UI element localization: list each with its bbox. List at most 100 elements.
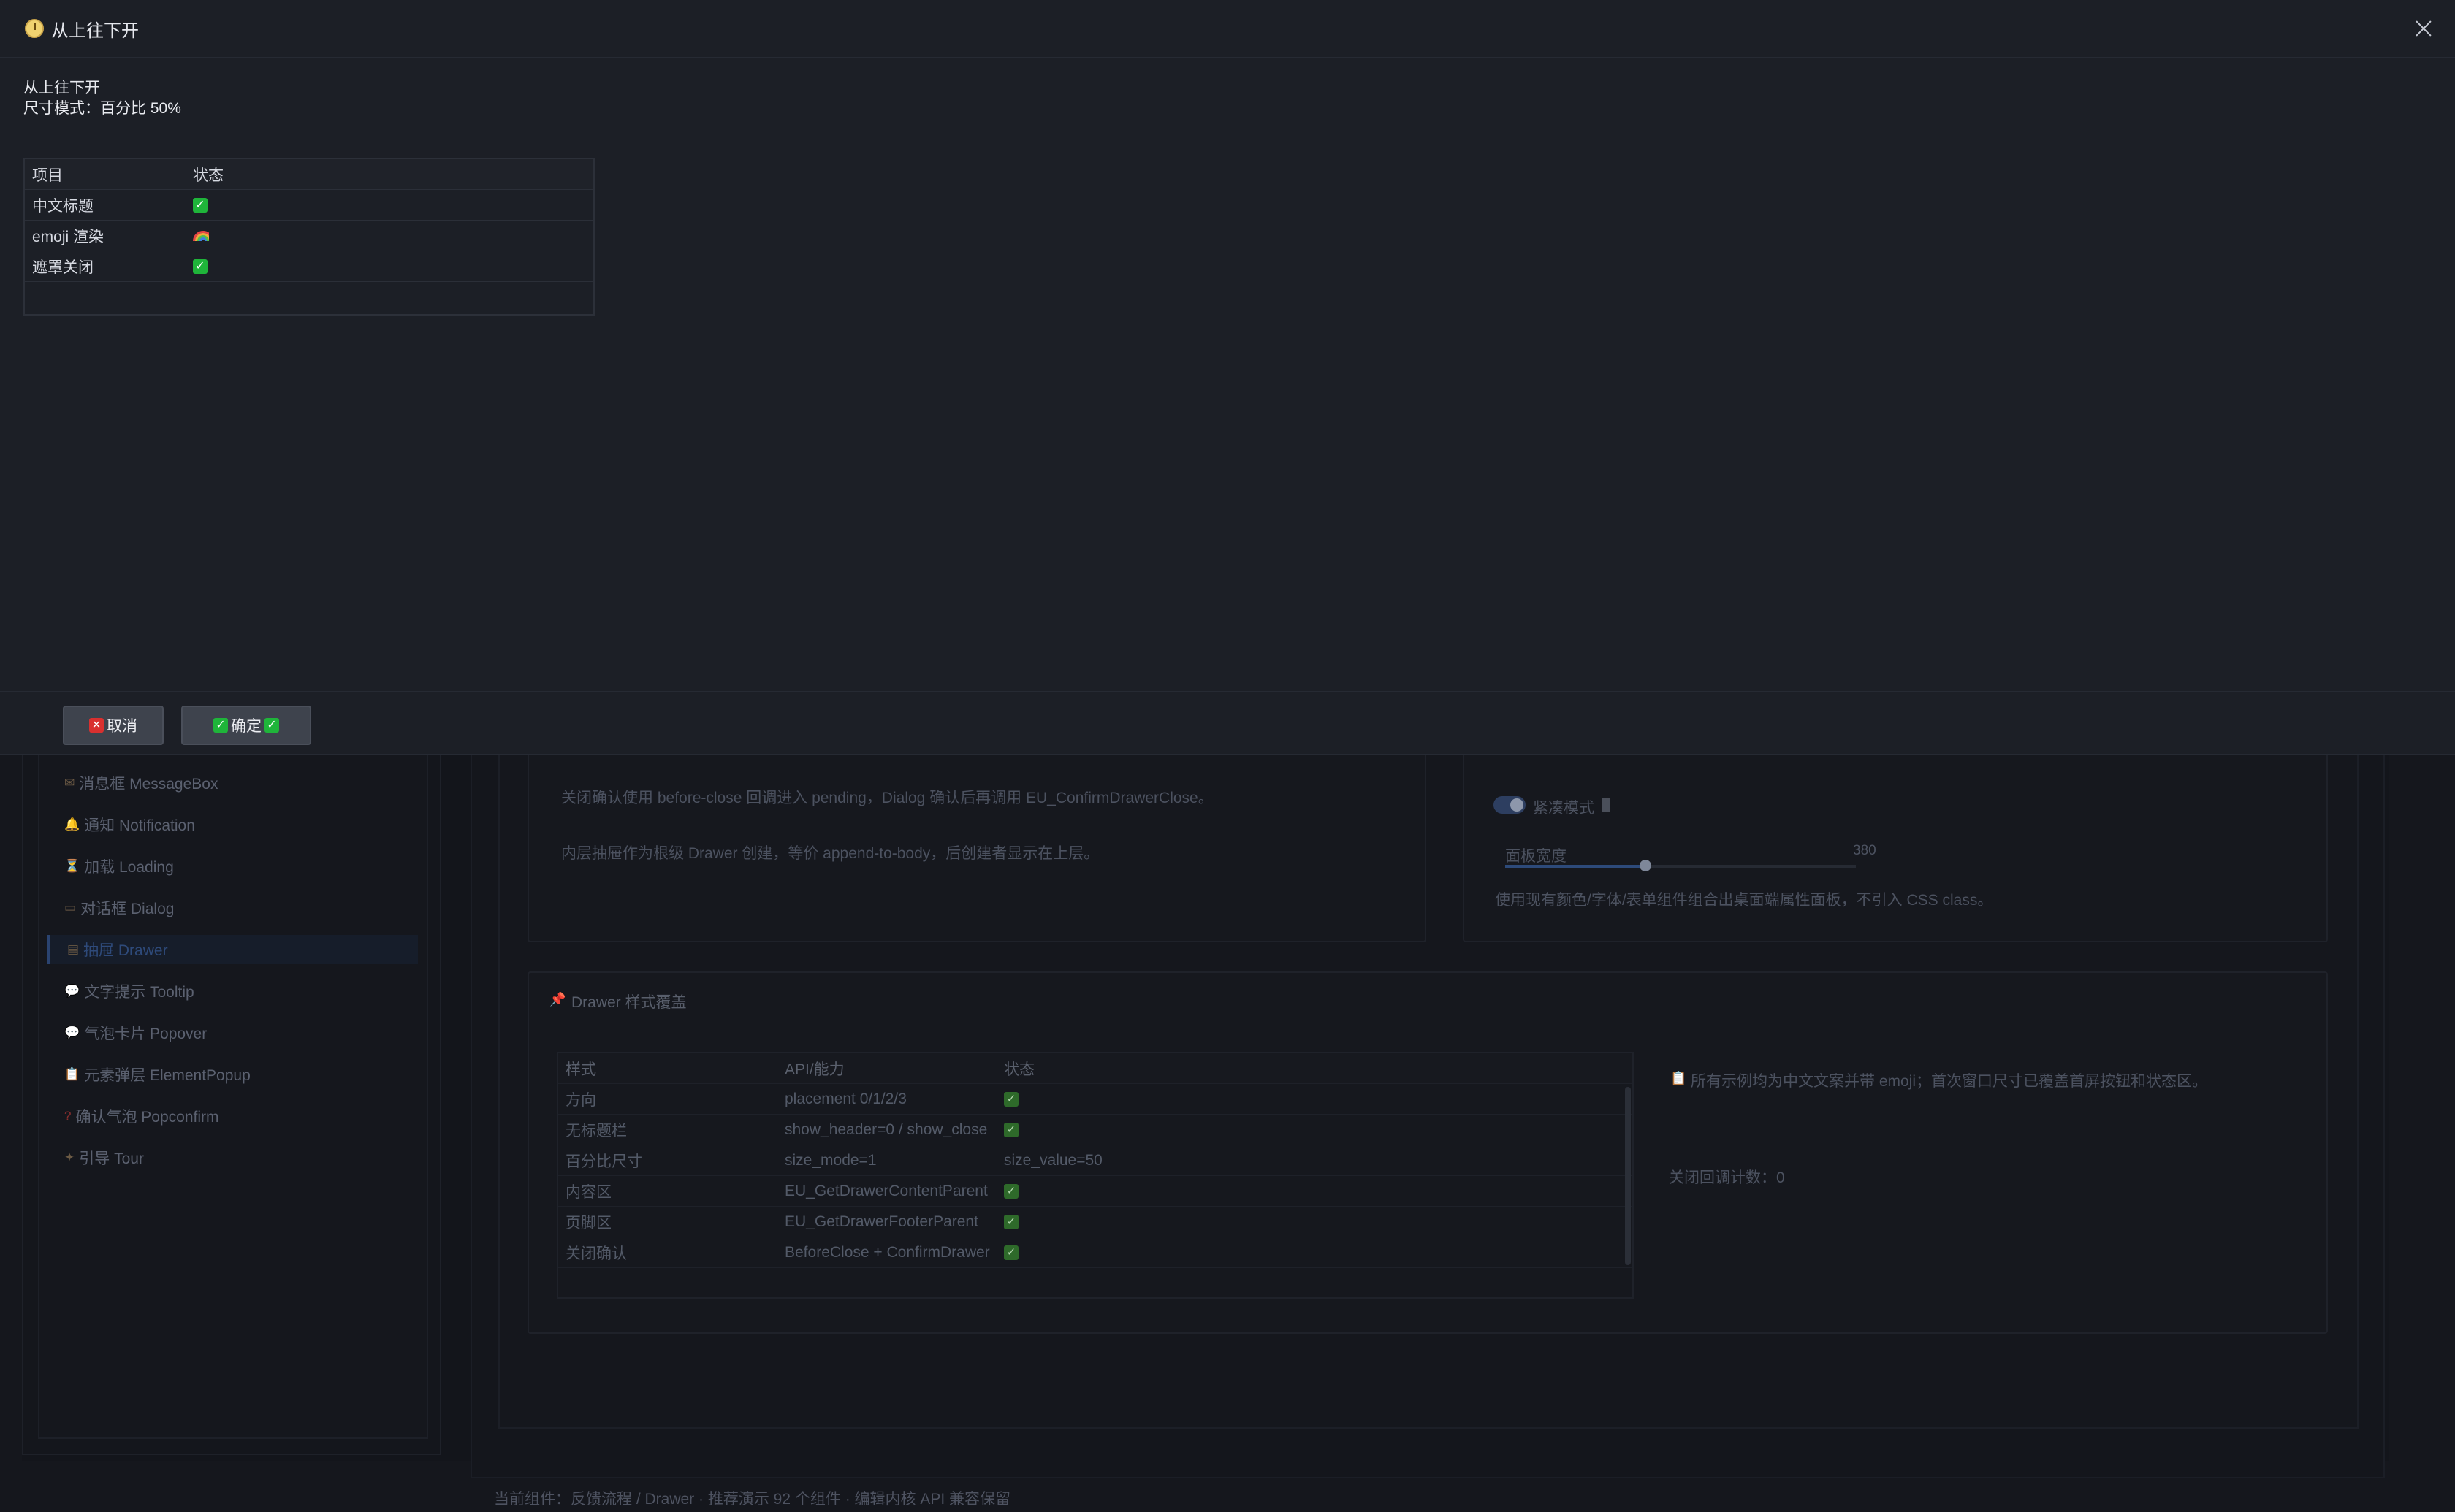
cell-api: EU_GetDrawerContentParent (785, 1183, 988, 1199)
check-mark-icon: ✓ (193, 198, 208, 213)
cell-style: 关闭确认 (566, 1245, 627, 1262)
table-row: emoji 渲染 (25, 221, 593, 251)
sidebar-item-label: 抽屉 Drawer (83, 942, 168, 959)
compact-mode-label: 紧凑模式 (1533, 800, 1594, 817)
sidebar-item[interactable]: 💬 气泡卡片 Popover (64, 1018, 207, 1047)
speech-bubble-icon: 💬 (64, 1026, 80, 1039)
clipboard-icon: 📋 (64, 1067, 80, 1081)
slider-thumb[interactable] (1640, 860, 1651, 871)
speech-bubble-icon: 💬 (64, 984, 80, 998)
table-row: 页脚区 EU_GetDrawerFooterParent ✓ (558, 1207, 1632, 1237)
cell-status: size_value=50 (1004, 1152, 1103, 1169)
table-row: 方向 placement 0/1/2/3 ✓ (558, 1084, 1632, 1115)
sidebar-item[interactable]: ✉ 消息框 MessageBox (64, 768, 218, 798)
rainbow-icon (193, 231, 209, 241)
cell-api: placement 0/1/2/3 (785, 1091, 907, 1107)
cell-item: 中文标题 (32, 198, 94, 215)
check-mark-icon: ✓ (1004, 1092, 1019, 1107)
style-override-title: Drawer 样式覆盖 (571, 994, 687, 1011)
table-empty-row (25, 282, 593, 313)
close-callback-counter: 关闭回调计数：0 (1669, 1169, 1785, 1186)
table-row: 内容区 EU_GetDrawerContentParent ✓ (558, 1176, 1632, 1207)
cell-style: 页脚区 (566, 1215, 612, 1232)
sidebar-item[interactable]: 📋 元素弹层 ElementPopup (64, 1060, 251, 1089)
cell-status: ✓ (997, 1207, 1289, 1237)
sidebar-item-label: 引导 Tour (79, 1150, 144, 1167)
pin-icon: 📌 (549, 992, 566, 1007)
info-icon (1602, 798, 1610, 812)
drawer-content-line-1: 从上往下开 (23, 80, 100, 96)
cell-status: ✓ (186, 190, 593, 221)
sidebar-item[interactable]: ▤ 抽屉 Drawer (47, 935, 418, 964)
sidebar-item-label: 消息框 MessageBox (79, 776, 218, 793)
cell-style: 内容区 (566, 1184, 612, 1201)
drawer-header (0, 0, 2455, 58)
panel-width-label: 面板宽度 (1505, 848, 1567, 865)
sidebar-item-label: 确认气泡 Popconfirm (75, 1109, 219, 1126)
check-mark-icon: ✓ (213, 718, 228, 733)
sidebar-item-label: 通知 Notification (84, 817, 195, 834)
compact-mode-switch[interactable] (1493, 796, 1526, 814)
sidebar-item-label: 文字提示 Tooltip (84, 984, 194, 1001)
question-icon: ? (64, 1109, 72, 1123)
panel-width-slider[interactable] (1505, 860, 1856, 871)
table-row: 中文标题 ✓ (25, 190, 593, 221)
sidebar-item[interactable]: ⏳ 加载 Loading (64, 852, 174, 881)
close-icon[interactable] (2411, 16, 2436, 41)
panel-width-value: 380 (1853, 843, 1876, 858)
drawer-footer (0, 691, 2455, 755)
header-api: API/能力 (785, 1061, 845, 1078)
table-row: 百分比尺寸 size_mode=1 size_value=50 (558, 1145, 1632, 1176)
cell-status: ✓ (997, 1115, 1289, 1145)
table-row: 关闭确认 BeforeClose + ConfirmDrawer ✓ (558, 1237, 1632, 1268)
cell-api: show_header=0 / show_close (785, 1121, 988, 1138)
clock-icon (25, 19, 44, 38)
drawer-icon: ▤ (67, 942, 80, 956)
cell-status: ✓ (186, 251, 593, 282)
cell-api: size_mode=1 (785, 1152, 877, 1169)
check-mark-icon: ✓ (193, 259, 208, 274)
header-status: 状态 (193, 167, 224, 184)
sidebar-item-label: 对话框 Dialog (80, 901, 175, 917)
drawer-table-header: 项目 状态 (25, 159, 593, 190)
cell-style: 无标题栏 (566, 1123, 627, 1139)
drawer-panel: 从上往下开 从上往下开 尺寸模式：百分比 50% 项目 状态 中文标题 ✓ emoj… (0, 0, 2455, 755)
cell-style: 方向 (566, 1092, 596, 1109)
confirm-label: 确定 (231, 718, 262, 735)
confirm-button[interactable]: ✓ 确定 ✓ (181, 706, 311, 745)
table-row: 遮罩关闭 ✓ (25, 251, 593, 282)
header-status: 状态 (1004, 1061, 1035, 1078)
sidebar-item[interactable]: ? 确认气泡 Popconfirm (64, 1101, 219, 1131)
compass-icon: ✦ (64, 1150, 75, 1164)
bell-icon: 🔔 (64, 817, 80, 831)
cell-status (186, 221, 593, 251)
dialog-icon: ▭ (64, 901, 77, 915)
note-icon: 📋 (1670, 1071, 1687, 1085)
envelope-icon: ✉ (64, 776, 75, 790)
sidebar-item-label: 元素弹层 ElementPopup (84, 1067, 251, 1084)
sidebar-item[interactable]: 💬 文字提示 Tooltip (64, 977, 194, 1006)
table-row: 无标题栏 show_header=0 / show_close ✓ (558, 1115, 1632, 1145)
status-bar: 当前组件：反馈流程 / Drawer · 推荐演示 92 个组件 · 编辑内核 … (494, 1491, 1011, 1508)
sidebar-item[interactable]: ✦ 引导 Tour (64, 1143, 144, 1172)
style-override-table: 样式 API/能力 状态 方向 placement 0/1/2/3 ✓ 无标题栏 sho… (557, 1052, 1634, 1299)
slider-fill (1505, 865, 1645, 868)
cell-status: ✓ (997, 1084, 1289, 1115)
cross-mark-icon: ✕ (89, 718, 104, 733)
hourglass-icon: ⏳ (64, 859, 80, 873)
cell-style: 百分比尺寸 (566, 1153, 642, 1170)
property-panel-card (1463, 730, 2328, 942)
drawer-title: 从上往下开 (51, 21, 139, 41)
drawer-content-line-2: 尺寸模式：百分比 50% (23, 100, 181, 117)
nested-drawer-text: 内层抽屉作为根级 Drawer 创建，等价 append-to-body，后创建… (561, 845, 1100, 862)
cell-api: BeforeClose + ConfirmDrawer (785, 1244, 990, 1261)
table-header-row: 样式 API/能力 状态 (558, 1053, 1632, 1084)
check-mark-icon: ✓ (1004, 1184, 1019, 1199)
style-note: 所有示例均为中文文案并带 emoji；首次窗口尺寸已覆盖首屏按钮和状态区。 (1691, 1073, 2208, 1090)
cell-status: ✓ (997, 1237, 1289, 1268)
sidebar-item[interactable]: ▭ 对话框 Dialog (64, 893, 174, 923)
sidebar-item[interactable]: 🔔 通知 Notification (64, 810, 195, 839)
drawer-status-table: 项目 状态 中文标题 ✓ emoji 渲染 遮罩关闭 ✓ (23, 158, 595, 316)
table-scrollbar[interactable] (1625, 1087, 1631, 1265)
cancel-button[interactable]: ✕ 取消 (63, 706, 164, 745)
